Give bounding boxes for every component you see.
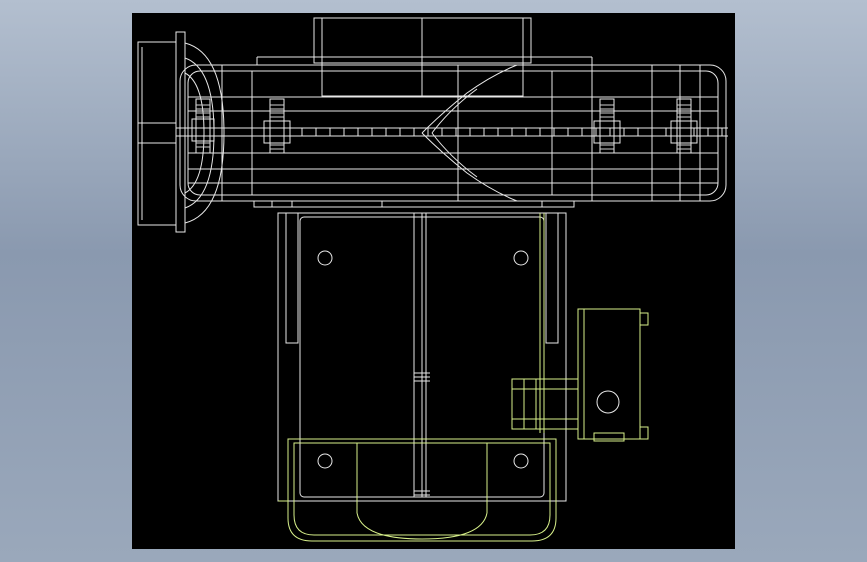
left-fan-cover [137, 31, 225, 233]
cad-drawing [137, 17, 728, 542]
cad-viewport[interactable] [132, 13, 735, 549]
motor-body [277, 212, 567, 502]
bolt-right-1 [593, 98, 621, 154]
bolt-left-1 [191, 98, 215, 154]
drive-shaft [176, 127, 728, 137]
terminal-box [511, 308, 649, 442]
gearbox-housing [179, 56, 727, 208]
bolt-right-2 [670, 98, 698, 154]
bolt-left-2 [263, 98, 291, 154]
